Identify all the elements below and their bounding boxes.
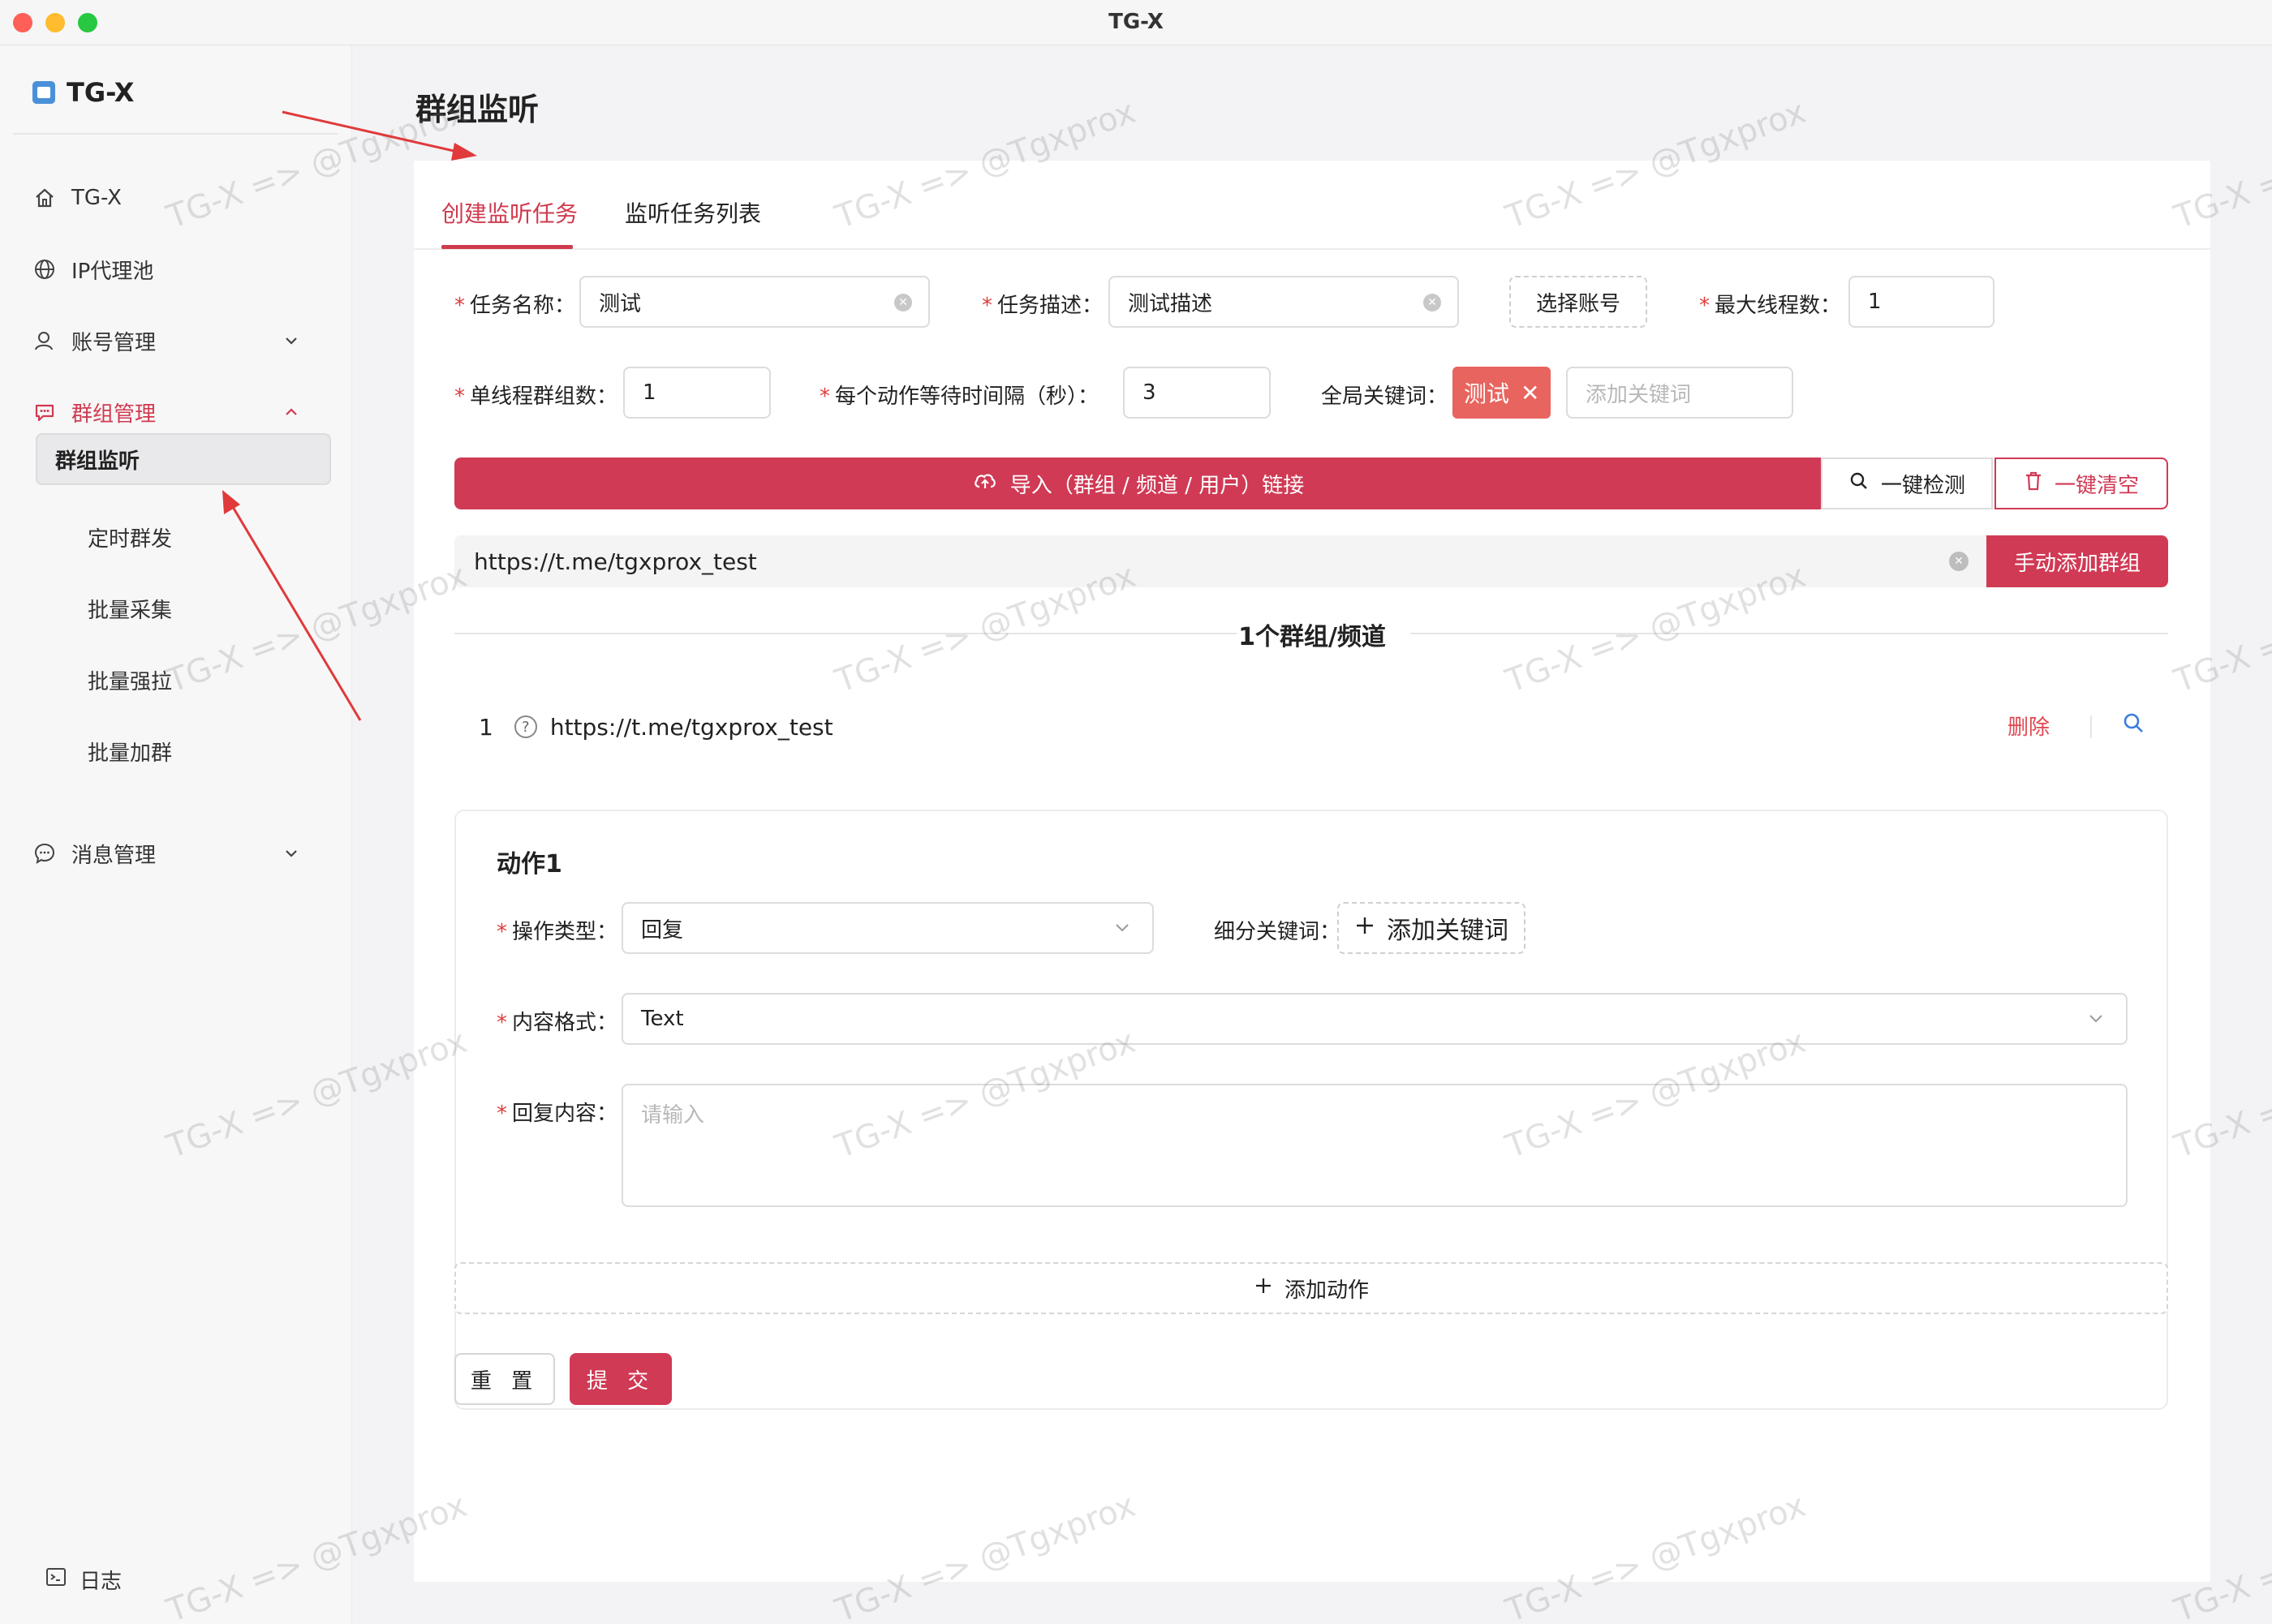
wait-interval-input[interactable]: 3	[1123, 367, 1271, 419]
reset-button[interactable]: 重 置	[454, 1353, 555, 1405]
sidebar-subitem-group-listen[interactable]: 群组监听	[36, 433, 331, 485]
max-threads-input[interactable]: 1	[1848, 276, 1994, 328]
link-separator	[2090, 715, 2092, 738]
keyword-tag: 测试 ✕	[1452, 367, 1551, 419]
submit-button[interactable]: 提 交	[570, 1353, 672, 1405]
op-type-label: * 操作类型：	[497, 920, 618, 944]
global-keywords-label: 全局关键词：	[1321, 385, 1448, 409]
sidebar-item-groups[interactable]: 群组管理	[32, 388, 308, 436]
sub-keywords-label: 细分关键词：	[1214, 920, 1341, 944]
group-index: 1	[479, 713, 493, 741]
groups-per-thread-input[interactable]: 1	[623, 367, 771, 419]
sidebar-item-accounts[interactable]: 账号管理	[32, 316, 308, 365]
task-name-label: * 任务名称：	[454, 294, 576, 318]
sidebar-item-label: 群组管理	[71, 402, 157, 427]
tab-task-list[interactable]: 监听任务列表	[625, 196, 761, 229]
app-name: TG-X	[67, 77, 135, 108]
tab-create-task[interactable]: 创建监听任务	[441, 196, 578, 229]
select-account-button[interactable]: 选择账号	[1509, 276, 1647, 328]
one-click-check-button[interactable]: 一键检测	[1821, 458, 1993, 509]
action-card: 动作1 *操作类型： 回复 细分关键词： 添加关键词 *内容格式： Text	[454, 810, 2168, 1410]
close-icon[interactable]: ✕	[1521, 380, 1539, 406]
wait-interval-label: * 每个动作等待时间隔（秒）：	[820, 385, 1099, 409]
one-click-clear-button[interactable]: 一键清空	[1994, 458, 2168, 509]
groups-per-thread-label: * 单线程群组数：	[454, 385, 618, 409]
active-tab-indicator	[441, 245, 573, 249]
sidebar-item-label: IP代理池	[71, 259, 154, 284]
sidebar-subitem-batch-join[interactable]: 批量加群	[36, 719, 331, 784]
delete-group-link[interactable]: 删除	[2007, 711, 2050, 741]
cloud-upload-icon	[973, 470, 997, 497]
add-action-button[interactable]: 添加动作	[454, 1262, 2168, 1314]
sidebar-subitem-batch-collect[interactable]: 批量采集	[36, 576, 331, 641]
sidebar-subitem-batch-pull[interactable]: 批量强拉	[36, 647, 331, 712]
task-desc-label: * 任务描述：	[982, 294, 1104, 318]
sidebar-item-label: 账号管理	[71, 330, 157, 355]
import-links-button[interactable]: 导入（群组 / 频道 / 用户）链接	[454, 458, 1822, 509]
help-icon[interactable]: ?	[514, 715, 537, 738]
app-logo: TG-X	[32, 75, 134, 110]
sidebar-item-proxy-pool[interactable]: IP代理池	[32, 245, 308, 294]
globe-icon	[32, 257, 57, 281]
group-url-input[interactable]: https://t.me/tgxprox_test ✕	[454, 535, 1986, 587]
chat-icon	[32, 400, 57, 424]
user-icon	[32, 329, 57, 353]
search-icon[interactable]	[2121, 711, 2150, 740]
sidebar-divider	[13, 133, 338, 135]
sidebar: TG-X TG-X IP代理池 账号管理 群组管理 群组监听 定时群发 批量采集…	[0, 45, 352, 1624]
add-keyword-input[interactable]: 添加关键词	[1566, 367, 1793, 419]
op-type-select[interactable]: 回复	[622, 902, 1154, 954]
app-window: TG-X TG-X TG-X IP代理池 账号管理 群组管理 群组监听 定时群发…	[0, 0, 2272, 1624]
group-list-item: 1 ? https://t.me/tgxprox_test	[479, 709, 2150, 745]
chevron-down-icon	[1112, 917, 1133, 943]
sidebar-item-label: 消息管理	[71, 843, 157, 868]
sidebar-log[interactable]: 日志	[45, 1565, 122, 1595]
chevron-up-icon	[282, 402, 300, 427]
group-url: https://t.me/tgxprox_test	[549, 713, 833, 741]
sidebar-subitem-scheduled-send[interactable]: 定时群发	[36, 505, 331, 569]
plus-icon	[1354, 914, 1375, 943]
add-sub-keyword-button[interactable]: 添加关键词	[1337, 902, 1525, 954]
tab-bar: 创建监听任务 监听任务列表	[414, 161, 2210, 250]
plus-icon	[1254, 1276, 1273, 1301]
log-label: 日志	[80, 1570, 123, 1594]
task-desc-input[interactable]: 测试描述 ✕	[1108, 276, 1459, 328]
page-title: 群组监听	[415, 92, 540, 127]
content-format-select[interactable]: Text	[622, 993, 2128, 1045]
content-format-label: * 内容格式：	[497, 1011, 618, 1035]
reply-content-label: * 回复内容：	[497, 1102, 618, 1126]
trash-icon	[2024, 470, 2043, 497]
message-icon	[32, 841, 57, 866]
chevron-down-icon	[282, 844, 300, 868]
app-logo-icon	[32, 81, 55, 104]
sidebar-item-label: TG-X	[71, 186, 122, 210]
clear-icon[interactable]: ✕	[1423, 294, 1441, 311]
chevron-down-icon	[2085, 1007, 2106, 1034]
main-card: 创建监听任务 监听任务列表 * 任务名称： 测试 ✕ * 任务描述： 测试描述 ✕ …	[414, 161, 2210, 1582]
home-icon	[32, 186, 57, 210]
chevron-down-icon	[282, 331, 300, 355]
annotation-arrowhead	[451, 143, 477, 161]
manual-add-group-button[interactable]: 手动添加群组	[1986, 535, 2168, 587]
sidebar-item-home[interactable]: TG-X	[32, 174, 308, 222]
terminal-icon	[45, 1566, 67, 1593]
group-count: 1个群组/频道	[1238, 623, 1386, 651]
window-title: TG-X	[1108, 10, 1164, 34]
reply-content-textarea[interactable]: 请输入	[622, 1084, 2128, 1207]
max-threads-label: * 最大线程数：	[1699, 294, 1842, 318]
title-bar: TG-X	[0, 0, 2272, 45]
sidebar-item-messages[interactable]: 消息管理	[32, 829, 308, 878]
clear-icon[interactable]: ✕	[1949, 552, 1969, 571]
search-icon	[1848, 470, 1870, 497]
clear-icon[interactable]: ✕	[894, 294, 912, 311]
task-name-input[interactable]: 测试 ✕	[579, 276, 930, 328]
action-title: 动作1	[497, 850, 562, 879]
